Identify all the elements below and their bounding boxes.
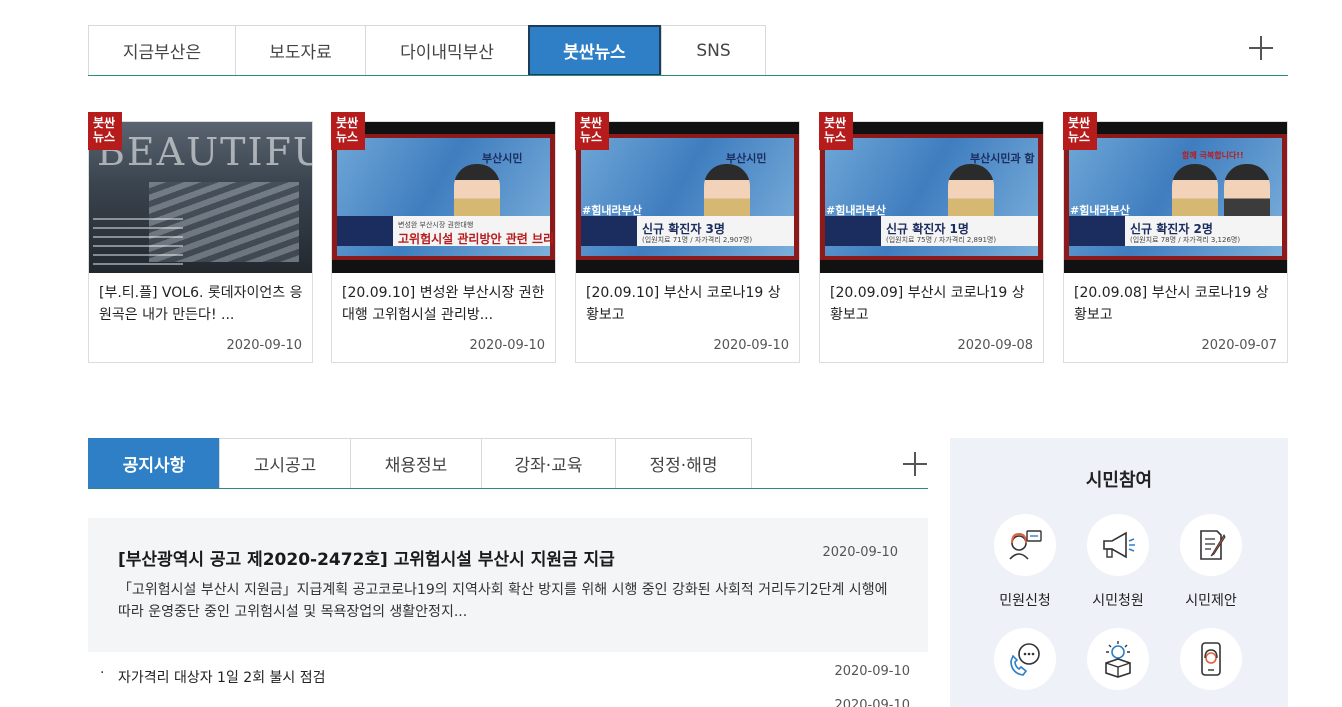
- tab-press-release[interactable]: 보도자료: [235, 25, 365, 76]
- news-title[interactable]: [20.09.09] 부산시 코로나19 상황보고: [830, 282, 1035, 326]
- consultant-icon: [994, 514, 1056, 576]
- tab-dynamic-busan[interactable]: 다이내믹부산: [365, 25, 528, 76]
- tab-notices[interactable]: 공지사항: [88, 438, 219, 489]
- citizen-mobile-button[interactable]: [1165, 628, 1257, 707]
- thumbnail-text: (입원치료 75명 / 자가격리 2,891명): [886, 236, 997, 244]
- notice-title[interactable]: 자가격리 대상자 1일 2회 불시 점검: [118, 667, 326, 687]
- news-thumbnail: 함께 극복합니다!! #힘내라부산 신규 확진자 2명 (입원치료 78명 / …: [1064, 122, 1287, 273]
- thumbnail-text: (입원치료 71명 / 자가격리 2,907명): [642, 236, 753, 244]
- news-card[interactable]: 붓싼 뉴스 BEAUTIFUL [부.티.플] VOL6. 롯데자이언츠 응원곡…: [88, 112, 313, 363]
- tab-busan-now[interactable]: 지금부산은: [88, 25, 235, 76]
- citizen-participation-panel: 시민참여 민원신청 시민청원 시민제안: [950, 438, 1288, 707]
- tab-announcements[interactable]: 고시공고: [219, 438, 350, 489]
- featured-notice-date: 2020-09-10: [822, 545, 898, 560]
- news-card[interactable]: 붓싼 뉴스 부산시민 #힘내라부산 신규 확진자 3명 (입원치료 71명 / …: [575, 112, 800, 363]
- news-thumbnail: 부산시민 변성완 부산시장 권한대행 고위험시설 관리방안 관련 브리핑: [332, 122, 555, 273]
- news-title[interactable]: [20.09.10] 변성완 부산시장 권한대행 고위험시설 관리방...: [342, 282, 547, 326]
- news-tab-row: 지금부산은 보도자료 다이내믹부산 붓싼뉴스 SNS: [88, 25, 766, 76]
- citizen-complaint-button[interactable]: 민원신청: [979, 514, 1071, 624]
- news-thumbnail: 부산시민 #힘내라부산 신규 확진자 3명 (입원치료 71명 / 자가격리 2…: [576, 122, 799, 273]
- citizen-item-label: 시민청원: [1092, 593, 1144, 609]
- thumbnail-text: 부산시민과 함: [970, 152, 1035, 165]
- plus-icon[interactable]: [1249, 36, 1273, 60]
- thumbnail-text: BEAUTIFUL: [97, 130, 312, 174]
- news-tab-underline: [88, 75, 1288, 76]
- news-date: 2020-09-08: [957, 338, 1033, 353]
- mobile-support-icon: [1180, 628, 1242, 690]
- featured-notice-title[interactable]: [부산광역시 공고 제2020-2472호] 고위험시설 부산시 지원금 지급: [118, 545, 615, 570]
- news-tab-bar: 지금부산은 보도자료 다이내믹부산 붓싼뉴스 SNS: [88, 25, 1288, 76]
- bullet: ·: [100, 665, 105, 681]
- thumbnail-text: 고위험시설 관리방안 관련 브리핑: [398, 232, 555, 246]
- news-card[interactable]: 붓싼 뉴스 부산시민 변성완 부산시장 권한대행 고위험시설 관리방안 관련 브…: [331, 112, 556, 363]
- tab-courses[interactable]: 강좌·교육: [481, 438, 615, 489]
- phone-chat-icon: [994, 628, 1056, 690]
- news-card[interactable]: 붓싼 뉴스 함께 극복합니다!! #힘내라부산 신규 확진자 2명 (입원치료 …: [1063, 112, 1288, 363]
- news-badge: 붓싼 뉴스: [331, 112, 365, 150]
- news-badge: 붓싼 뉴스: [1063, 112, 1097, 150]
- news-thumbnail: 부산시민과 함 #힘내라부산 신규 확진자 1명 (입원치료 75명 / 자가격…: [820, 122, 1043, 273]
- news-date: 2020-09-10: [713, 338, 789, 353]
- news-card[interactable]: 붓싼 뉴스 부산시민과 함 #힘내라부산 신규 확진자 1명 (입원치료 75명…: [819, 112, 1044, 363]
- news-card-list: 붓싼 뉴스 BEAUTIFUL [부.티.플] VOL6. 롯데자이언츠 응원곡…: [88, 111, 1288, 363]
- tab-recruitment[interactable]: 채용정보: [350, 438, 481, 489]
- news-title[interactable]: [20.09.08] 부산시 코로나19 상황보고: [1074, 282, 1279, 326]
- news-date: 2020-09-07: [1201, 338, 1277, 353]
- news-date: 2020-09-10: [469, 338, 545, 353]
- citizen-item-label: 시민제안: [1185, 593, 1237, 609]
- notice-date: 2020-09-10: [834, 664, 910, 679]
- citizen-call-button[interactable]: [979, 628, 1071, 707]
- thumbnail-text: 함께 극복합니다!!: [1182, 151, 1244, 160]
- thumbnail-text: 부산시민: [482, 152, 523, 165]
- citizen-proposal-button[interactable]: 시민제안: [1165, 514, 1257, 624]
- list-item[interactable]: · 자가격리 대상자 1일 2회 불시 점검 2020-09-10: [100, 664, 910, 688]
- citizen-idea-button[interactable]: [1072, 628, 1164, 707]
- news-date: 2020-09-10: [226, 338, 302, 353]
- news-title[interactable]: [20.09.10] 부산시 코로나19 상황보고: [586, 282, 791, 326]
- news-thumbnail: BEAUTIFUL: [89, 122, 312, 273]
- citizen-item-label: 민원신청: [999, 593, 1051, 609]
- plus-icon[interactable]: [903, 452, 927, 476]
- news-badge: 붓싼 뉴스: [819, 112, 853, 150]
- citizen-panel-title: 시민참여: [1085, 470, 1153, 491]
- thumbnail-graphic: [93, 218, 183, 268]
- tab-busan-news[interactable]: 붓싼뉴스: [528, 25, 661, 76]
- thumbnail-text: (입원치료 78명 / 자가격리 3,126명): [1130, 236, 1241, 244]
- notice-date: 2020-09-10: [834, 698, 910, 707]
- thumbnail-text: 변성완 부산시장 권한대행: [398, 221, 474, 229]
- notice-tab-underline: [88, 488, 928, 489]
- featured-notice[interactable]: [부산광역시 공고 제2020-2472호] 고위험시설 부산시 지원금 지급 …: [88, 518, 928, 652]
- megaphone-icon: [1087, 514, 1149, 576]
- news-title[interactable]: [부.티.플] VOL6. 롯데자이언츠 응원곡은 내가 만든다! ...: [99, 282, 304, 326]
- list-item[interactable]: 2020-09-10: [100, 698, 910, 707]
- notice-tab-row: 공지사항 고시공고 채용정보 강좌·교육 정정·해명: [88, 438, 752, 489]
- thumbnail-text: 부산시민: [726, 152, 767, 165]
- citizen-petition-button[interactable]: 시민청원: [1072, 514, 1164, 624]
- featured-notice-body: 「고위험시설 부산시 지원금」지급계획 공고코로나19의 지역사회 확산 방지를…: [118, 582, 888, 620]
- notice-tab-bar: 공지사항 고시공고 채용정보 강좌·교육 정정·해명: [88, 438, 928, 489]
- idea-box-icon: [1087, 628, 1149, 690]
- news-badge: 붓싼 뉴스: [88, 112, 122, 150]
- tab-sns[interactable]: SNS: [661, 25, 766, 76]
- document-pen-icon: [1180, 514, 1242, 576]
- tab-corrections[interactable]: 정정·해명: [615, 438, 752, 489]
- news-badge: 붓싼 뉴스: [575, 112, 609, 150]
